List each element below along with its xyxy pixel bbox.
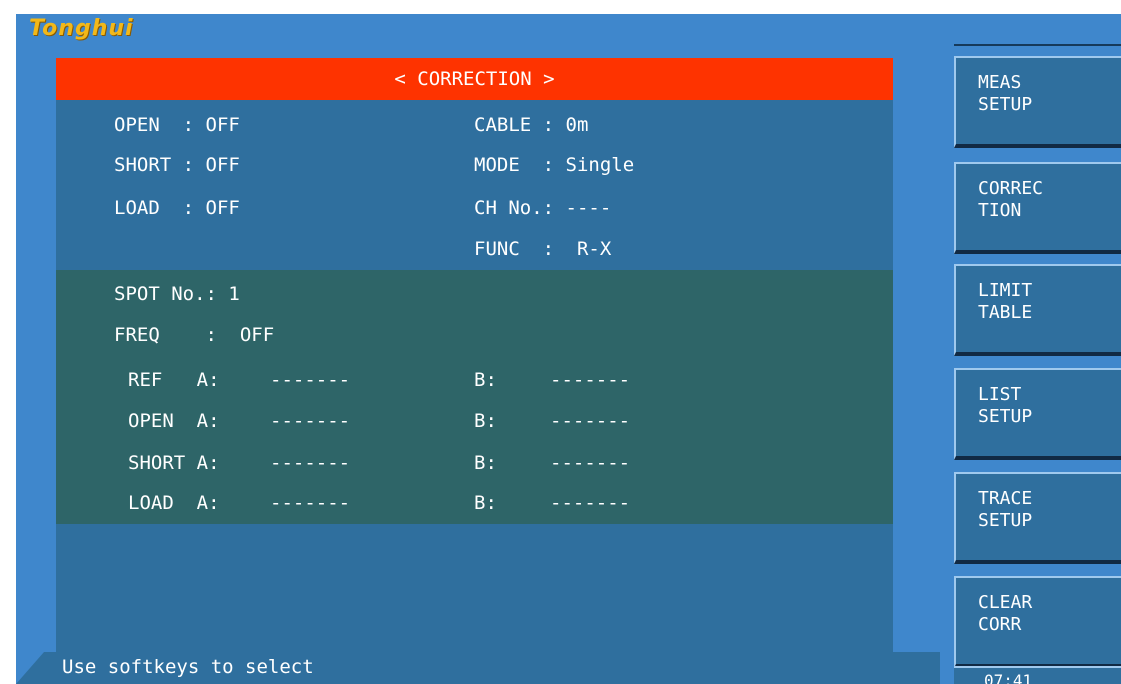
softkey-divider	[954, 44, 1121, 46]
clear-corr-softkey[interactable]: CLEAR CORR	[954, 576, 1121, 668]
softkey-label-line2: TION	[978, 200, 1022, 221]
spot-correction-panel	[56, 270, 893, 524]
load-setting[interactable]: LOAD : OFF	[114, 197, 240, 219]
ref-b-value: -------	[550, 369, 631, 391]
blank-panel	[56, 524, 893, 652]
softkey-label-line2: SETUP	[978, 94, 1033, 115]
function-setting[interactable]: FUNC : R-X	[474, 238, 611, 260]
softkey-label-line1: CORREC	[978, 178, 1044, 199]
status-message: Use softkeys to select	[62, 656, 314, 678]
correction-softkey[interactable]: CORREC TION	[954, 162, 1121, 254]
softkey-label-line2: TABLE	[978, 302, 1033, 323]
instrument-screen: Tonghui < CORRECTION > OPEN : OFF SHORT …	[0, 0, 1121, 684]
open-setting[interactable]: OPEN : OFF	[114, 114, 240, 136]
open-b-value: -------	[550, 410, 631, 432]
softkey-label-line2: CORR	[978, 614, 1022, 635]
load-b-value: -------	[550, 492, 631, 514]
clock-display: 07:41	[954, 666, 1121, 684]
softkey-label-line1: CLEAR	[978, 592, 1033, 613]
short-b-label: B:	[474, 452, 497, 474]
tonghui-logo: Tonghui	[29, 16, 134, 41]
load-a-label: LOAD A:	[128, 492, 220, 514]
meas-setup-softkey[interactable]: MEAS SETUP	[954, 56, 1121, 148]
short-a-value: -------	[270, 452, 351, 474]
load-a-value: -------	[270, 492, 351, 514]
ref-a-value: -------	[270, 369, 351, 391]
ref-b-label: B:	[474, 369, 497, 391]
softkey-label-line2: SETUP	[978, 406, 1033, 427]
channel-number-setting[interactable]: CH No.: ----	[474, 197, 611, 219]
load-b-label: B:	[474, 492, 497, 514]
list-setup-softkey[interactable]: LIST SETUP	[954, 368, 1121, 460]
spot-number-field[interactable]: SPOT No.: 1	[114, 283, 240, 305]
cable-setting[interactable]: CABLE : 0m	[474, 114, 588, 136]
mode-setting[interactable]: MODE : Single	[474, 154, 634, 176]
ref-a-label: REF A:	[128, 369, 220, 391]
open-a-value: -------	[270, 410, 351, 432]
softkey-label-line1: LIST	[978, 384, 1022, 405]
open-b-label: B:	[474, 410, 497, 432]
softkey-label-line2: SETUP	[978, 510, 1033, 531]
frequency-field[interactable]: FREQ : OFF	[114, 324, 274, 346]
page-title-text: < CORRECTION >	[394, 68, 555, 90]
softkey-label-line1: TRACE	[978, 488, 1033, 509]
short-setting[interactable]: SHORT : OFF	[114, 154, 240, 176]
softkey-label-line1: LIMIT	[978, 280, 1033, 301]
softkey-label-line1: MEAS	[978, 72, 1022, 93]
limit-table-softkey[interactable]: LIMIT TABLE	[954, 264, 1121, 356]
short-b-value: -------	[550, 452, 631, 474]
trace-setup-softkey[interactable]: TRACE SETUP	[954, 472, 1121, 564]
short-a-label: SHORT A:	[128, 452, 220, 474]
page-title: < CORRECTION >	[56, 58, 893, 100]
open-a-label: OPEN A:	[128, 410, 220, 432]
